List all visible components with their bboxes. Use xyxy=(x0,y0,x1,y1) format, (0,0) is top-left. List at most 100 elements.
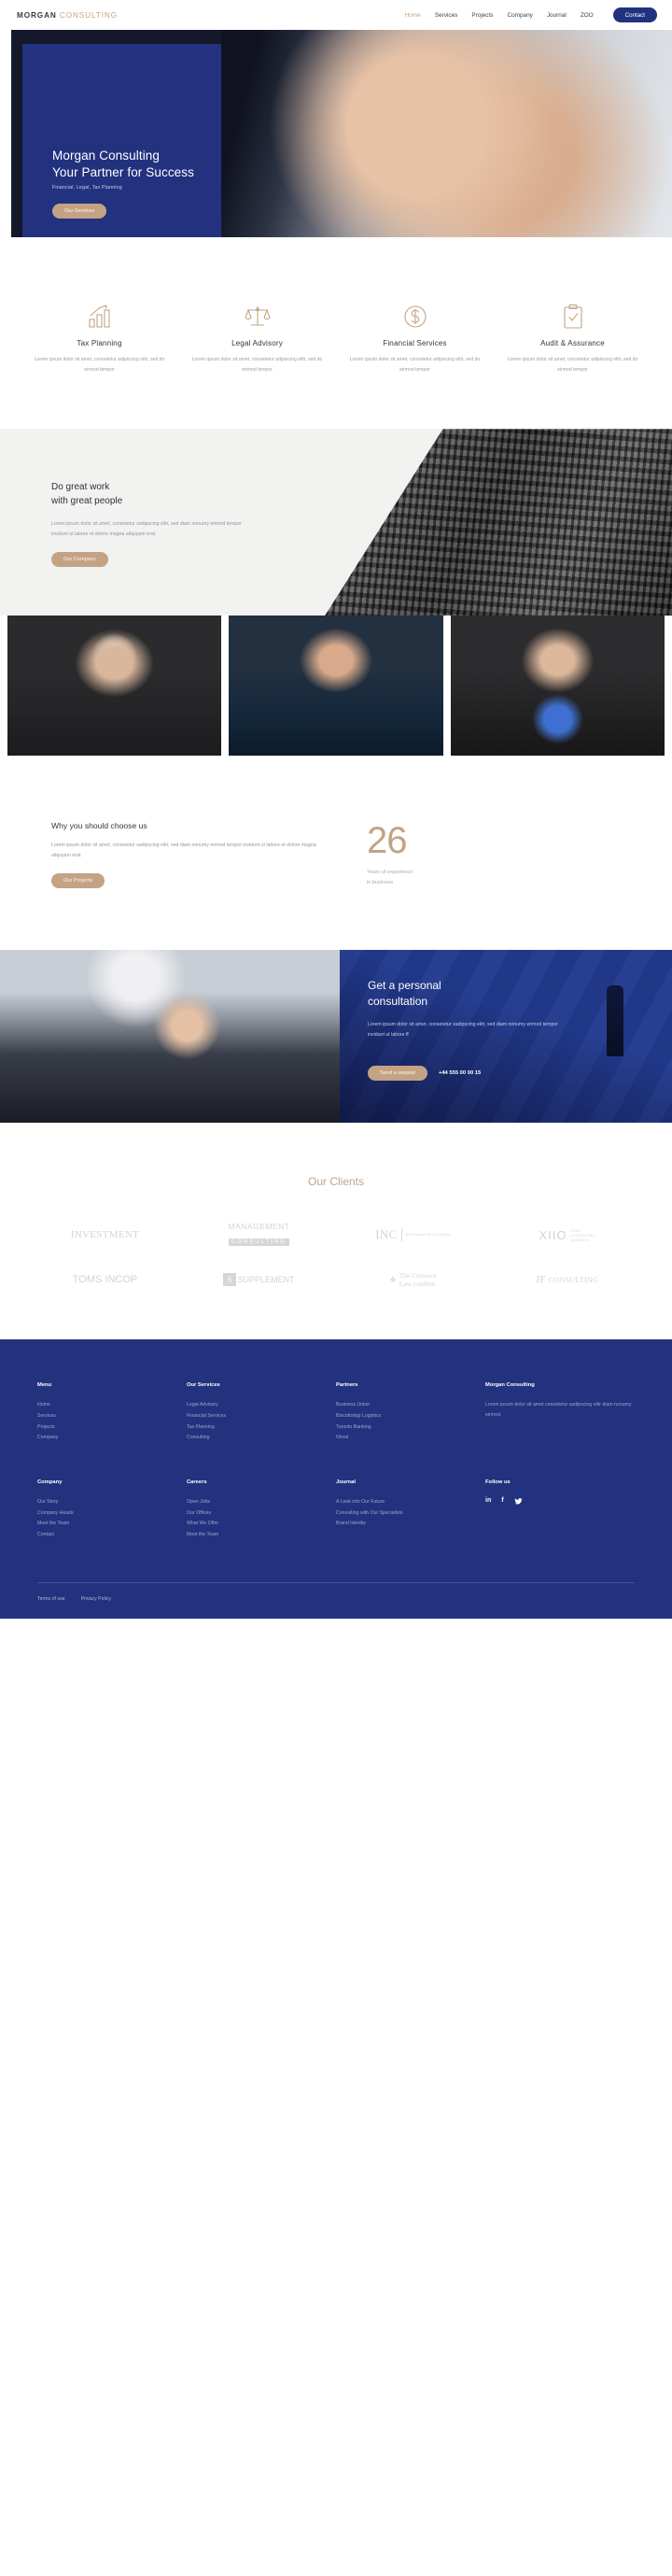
great-work-title-line2: with great people xyxy=(51,495,123,506)
footer-link[interactable]: Meet the Team xyxy=(37,1519,187,1530)
footer-link[interactable]: Company xyxy=(37,1433,187,1444)
footer-link[interactable]: Financial Services xyxy=(187,1411,336,1422)
building-photo xyxy=(325,429,672,616)
team-member-photo-2[interactable] xyxy=(229,616,443,757)
nav-item-company[interactable]: Company xyxy=(507,12,532,19)
hero-title-line1: Morgan Consulting xyxy=(52,149,161,163)
team-member-photo-3[interactable] xyxy=(450,616,665,757)
footer-column-about: Morgan Consulting Lorem ipsum dolor sit … xyxy=(485,1382,635,1444)
diamond-icon: ❖ xyxy=(389,1275,397,1284)
footer-column-journal: Journal A Look into Our Future Consultin… xyxy=(336,1479,485,1541)
footer-heading: Careers xyxy=(187,1479,207,1485)
consultation-content: Get a personal consultation Lorem ipsum … xyxy=(368,978,655,1082)
hero-title: Morgan Consulting Your Partner for Succe… xyxy=(52,148,239,181)
top-navigation-bar: MORGAN CONSULTING Home Services Projects… xyxy=(0,0,672,30)
footer-column-partners: Partners Business Union Biscottologi Log… xyxy=(336,1382,485,1444)
nav-item-zoo[interactable]: ZOO xyxy=(581,12,594,19)
nav-item-journal[interactable]: Journal xyxy=(547,12,567,19)
client-logo-jf-consulting[interactable]: JF CONSULTING xyxy=(490,1257,644,1302)
scales-balance-icon xyxy=(188,299,327,331)
client-logo-text: MANAGEMENT xyxy=(228,1222,290,1232)
client-logo-crosswo-law[interactable]: ❖ The Crosswo Law confirm xyxy=(336,1257,490,1302)
footer-link[interactable]: Consulting with Our Specialists xyxy=(336,1508,485,1520)
nav-item-home[interactable]: Home xyxy=(405,12,421,19)
footer-link[interactable]: A Look into Our Future xyxy=(336,1497,485,1508)
footer-heading: Partners xyxy=(336,1382,358,1389)
clients-title: Our Clients xyxy=(0,1175,672,1188)
linkedin-icon[interactable]: in xyxy=(485,1497,491,1507)
client-logo-inc[interactable]: INC Investments & Consulting xyxy=(336,1212,490,1257)
client-logo-xiio[interactable]: XIIO XTAA CONSULTING BUSINESS xyxy=(490,1212,644,1257)
footer-link[interactable]: Contact xyxy=(37,1530,187,1541)
footer-heading: Menu xyxy=(37,1382,52,1389)
footer-link[interactable]: Biscottologi Logistics xyxy=(336,1411,485,1422)
service-description: Lorem ipsum dolor sit amet, consetetur a… xyxy=(34,357,165,373)
footer-link[interactable]: Services xyxy=(37,1411,187,1422)
client-logo-text: S xyxy=(223,1273,236,1287)
footer-link[interactable]: Company Heads xyxy=(37,1508,187,1520)
client-logo-subtext: CONSULTING xyxy=(548,1275,599,1284)
footer-heading: Our Services xyxy=(187,1382,220,1389)
hero-cta-button[interactable]: Our Services xyxy=(52,204,107,219)
send-request-button[interactable]: Send a request xyxy=(368,1066,427,1082)
privacy-policy-link[interactable]: Privacy Policy xyxy=(81,1596,111,1602)
service-title: Tax Planning xyxy=(77,339,122,347)
service-card-tax-planning[interactable]: Tax Planning Lorem ipsum dolor sit amet,… xyxy=(21,299,178,375)
footer-link[interactable]: Meet the Team xyxy=(187,1530,336,1541)
phone-number[interactable]: +44 555 00 00 15 xyxy=(439,1070,481,1076)
services-section: Tax Planning Lorem ipsum dolor sit amet,… xyxy=(0,237,672,429)
footer-about-text: Lorem ipsum dolor sit amet consetetur sa… xyxy=(485,1402,632,1419)
client-logo-text: INC xyxy=(375,1227,398,1242)
footer-link[interactable]: Projects xyxy=(37,1422,187,1434)
contact-button[interactable]: Contact xyxy=(612,7,657,22)
footer-link[interactable]: What We Offer xyxy=(187,1519,336,1530)
footer-link[interactable]: Ninoé xyxy=(336,1433,485,1444)
footer-link[interactable]: Our Offices xyxy=(187,1508,336,1520)
client-logo-supplement[interactable]: S SUPPLEMENT xyxy=(182,1257,336,1302)
footer-link[interactable]: Our Story xyxy=(37,1497,187,1508)
footer-link[interactable]: Brand Identity xyxy=(336,1519,485,1530)
footer-legal-bar: Terms of use Privacy Policy xyxy=(37,1581,635,1619)
footer-link[interactable]: Home xyxy=(37,1400,187,1411)
footer-row-2: Company Our Story Company Heads Meet the… xyxy=(37,1479,635,1582)
facebook-icon[interactable]: f xyxy=(501,1497,503,1507)
twitter-icon[interactable] xyxy=(514,1497,523,1507)
our-projects-button[interactable]: Our Projects xyxy=(51,873,105,889)
our-company-button[interactable]: Our Company xyxy=(51,552,108,568)
client-logo-toms-incop[interactable]: TOMS INCOP xyxy=(28,1257,182,1302)
site-logo[interactable]: MORGAN CONSULTING xyxy=(17,11,118,20)
landing-page: MORGAN CONSULTING Home Services Projects… xyxy=(0,0,672,1619)
footer-link[interactable]: Tax Planning xyxy=(187,1422,336,1434)
nav-links: Home Services Projects Company Journal Z… xyxy=(405,7,657,22)
why-choose-title: Why you should choose us xyxy=(51,821,147,831)
team-member-photo-1[interactable] xyxy=(7,616,222,757)
why-choose-us-section: Why you should choose us Lorem ipsum dol… xyxy=(0,756,672,950)
consultation-actions: Send a request +44 555 00 00 15 xyxy=(368,1066,655,1082)
terms-of-use-link[interactable]: Terms of use xyxy=(37,1596,65,1602)
service-card-legal-advisory[interactable]: Legal Advisory Lorem ipsum dolor sit ame… xyxy=(178,299,336,375)
footer-link[interactable]: Toronto Banking xyxy=(336,1422,485,1434)
service-card-audit-assurance[interactable]: Audit & Assurance Lorem ipsum dolor sit … xyxy=(494,299,651,375)
footer-link[interactable]: Business Union xyxy=(336,1400,485,1411)
nav-item-services[interactable]: Services xyxy=(435,12,458,19)
clients-title-accent: Clients xyxy=(329,1175,365,1189)
client-logo-investment[interactable]: INVESTMENT xyxy=(28,1212,182,1257)
footer-heading: Company xyxy=(37,1479,63,1485)
client-logo-subtext: SUPPLEMENT xyxy=(237,1275,295,1285)
footer-link[interactable]: Open Jobs xyxy=(187,1497,336,1508)
team-photo-gallery xyxy=(0,616,672,757)
footer-link[interactable]: Consulting xyxy=(187,1433,336,1444)
nav-item-projects[interactable]: Projects xyxy=(471,12,493,19)
service-card-financial-services[interactable]: Financial Services Lorem ipsum dolor sit… xyxy=(336,299,494,375)
consultation-title: Get a personal consultation xyxy=(368,978,655,1009)
stat-label-line2: in business xyxy=(367,880,393,885)
footer-link[interactable]: Legal Advisory xyxy=(187,1400,336,1411)
client-logo-subtext: Investments & Consulting xyxy=(405,1232,451,1238)
client-logo-management-consulting[interactable]: MANAGEMENT CONSULTING xyxy=(182,1212,336,1257)
footer-column-follow-us: Follow us in f xyxy=(485,1479,635,1541)
service-description: Lorem ipsum dolor sit amet, consetetur a… xyxy=(191,357,323,373)
client-logo-text: The Crosswo xyxy=(399,1270,437,1280)
footer-heading: Follow us xyxy=(485,1479,511,1485)
service-description: Lorem ipsum dolor sit amet, consetetur a… xyxy=(349,357,481,373)
footer-column-company: Company Our Story Company Heads Meet the… xyxy=(37,1479,187,1541)
